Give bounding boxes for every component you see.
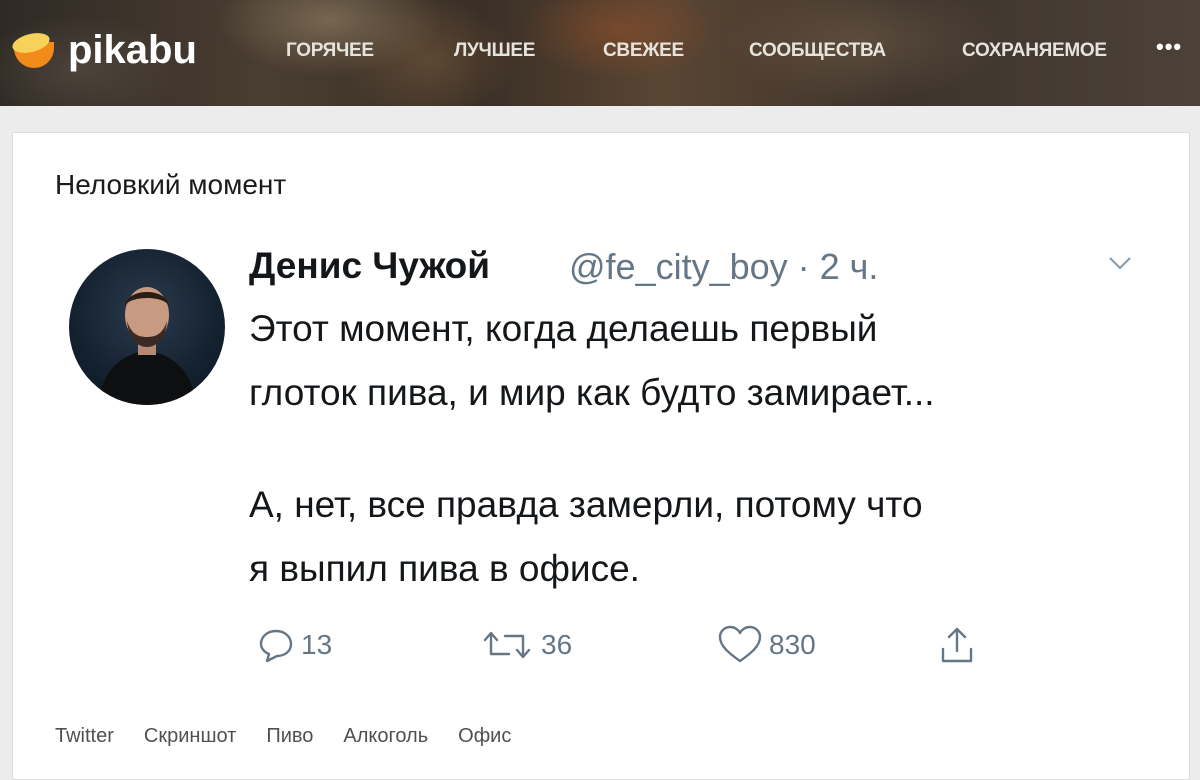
post-card: Неловкий момент Денис Чужой @fe_city_boy… <box>12 132 1190 780</box>
tag-link[interactable]: Twitter <box>55 725 114 748</box>
person-silhouette-icon <box>97 287 197 405</box>
more-menu-button[interactable]: ••• <box>1156 34 1182 60</box>
retweet-count: 36 <box>541 629 573 660</box>
logo-text: pikabu <box>68 28 197 72</box>
tag-link[interactable]: Пиво <box>266 725 313 748</box>
post-tags: Twitter Скриншот Пиво Алкоголь Офис <box>55 725 511 748</box>
reply-bubble-icon <box>259 629 293 663</box>
site-header: pikabu ГОРЯЧЕЕ ЛУЧШЕЕ СВЕЖЕЕ СООБЩЕСТВА … <box>0 0 1200 106</box>
reply-action[interactable]: 13 <box>257 625 332 665</box>
share-action[interactable] <box>937 625 977 665</box>
pikabu-logo[interactable]: pikabu <box>10 28 197 72</box>
nav-item-best[interactable]: ЛУЧШЕЕ <box>454 40 535 62</box>
like-action[interactable]: 830 <box>717 625 816 665</box>
tag-link[interactable]: Алкоголь <box>343 725 428 748</box>
tag-link[interactable]: Офис <box>458 725 511 748</box>
tag-link[interactable]: Скриншот <box>144 725 236 748</box>
pikabu-logo-icon <box>10 29 56 70</box>
author-avatar <box>69 249 225 405</box>
retweet-action[interactable]: 36 <box>479 625 572 665</box>
nav-item-communities[interactable]: СООБЩЕСТВА <box>749 40 886 62</box>
nav-item-saved[interactable]: СОХРАНЯЕМОЕ <box>962 40 1107 62</box>
tweet-text-line: я выпил пива в офисе. <box>249 548 640 589</box>
like-count: 830 <box>769 629 816 660</box>
chevron-down-icon[interactable] <box>1107 253 1133 273</box>
post-title[interactable]: Неловкий момент <box>55 169 286 201</box>
tweet-text-line: Этот момент, когда делаешь первый <box>249 308 878 349</box>
tweet-author-name[interactable]: Денис Чужой <box>249 245 490 287</box>
tweet-author-handle[interactable]: @fe_city_boy · 2 ч. <box>569 246 878 288</box>
retweet-icon <box>483 631 531 659</box>
nav-item-fresh[interactable]: СВЕЖЕЕ <box>603 40 684 62</box>
tweet-text-line: глоток пива, и мир как будто замирает... <box>249 372 935 413</box>
heart-icon <box>718 625 762 663</box>
nav-item-hot[interactable]: ГОРЯЧЕЕ <box>286 40 374 62</box>
share-icon <box>941 627 973 663</box>
reply-count: 13 <box>301 629 333 660</box>
tweet-text-line: А, нет, все правда замерли, потому что <box>249 484 923 525</box>
